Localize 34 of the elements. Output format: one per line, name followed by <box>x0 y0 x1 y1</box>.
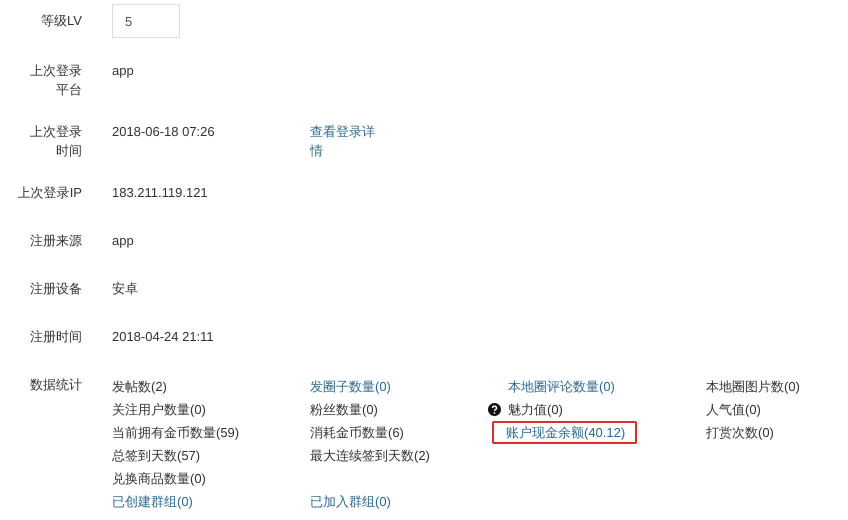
stat-text: 兑换商品数量(0) <box>112 470 206 488</box>
stat-text: 打赏次数(0) <box>706 424 774 442</box>
stat-link[interactable]: 发圈子数量(0) <box>310 375 391 398</box>
field-label: 等级LV <box>40 12 82 30</box>
field-label: 上次登录平台 <box>28 62 82 99</box>
field-label: 注册时间 <box>28 328 82 346</box>
level-input[interactable]: 5 <box>112 4 180 38</box>
stat-text: 粉丝数量(0) <box>310 401 378 419</box>
field-value: 2018-04-24 21:11 <box>112 328 215 346</box>
stat-text: 消耗金币数量(6) <box>310 424 404 442</box>
field-label: 上次登录时间 <box>28 123 82 160</box>
stat-text: 本地圈图片数(0) <box>706 378 800 396</box>
field-value: 2018-06-18 07:26 <box>112 123 216 141</box>
stat-text: 当前拥有金币数量(59) <box>112 424 240 442</box>
field-value: 183.211.119.121 <box>112 184 209 202</box>
field-value: 安卓 <box>112 280 139 298</box>
stat-text: 人气值(0) <box>706 401 761 419</box>
field-label: 注册设备 <box>28 280 82 298</box>
field-label: 上次登录IP <box>17 184 82 202</box>
field-value: app <box>112 232 135 250</box>
details-link[interactable]: 查看登录详情 <box>310 122 380 160</box>
help-icon[interactable] <box>488 403 501 416</box>
field-label: 数据统计 <box>28 376 82 394</box>
field-value: app <box>112 62 135 80</box>
stat-text: 发帖数(2) <box>112 378 167 396</box>
stat-text: 关注用户数量(0) <box>112 401 206 419</box>
stat-link[interactable]: 已创建群组(0) <box>112 490 193 513</box>
stat-link[interactable]: 已加入群组(0) <box>310 490 391 513</box>
stat-link[interactable]: 本地圈评论数量(0) <box>508 375 615 398</box>
field-label: 注册来源 <box>28 232 82 250</box>
stat-link[interactable]: 账户现金余额(40.12) <box>492 421 638 444</box>
stat-text: 最大连续签到天数(2) <box>310 447 430 465</box>
stat-text: 魅力值(0) <box>508 401 563 419</box>
stat-text: 总签到天数(57) <box>112 447 200 465</box>
